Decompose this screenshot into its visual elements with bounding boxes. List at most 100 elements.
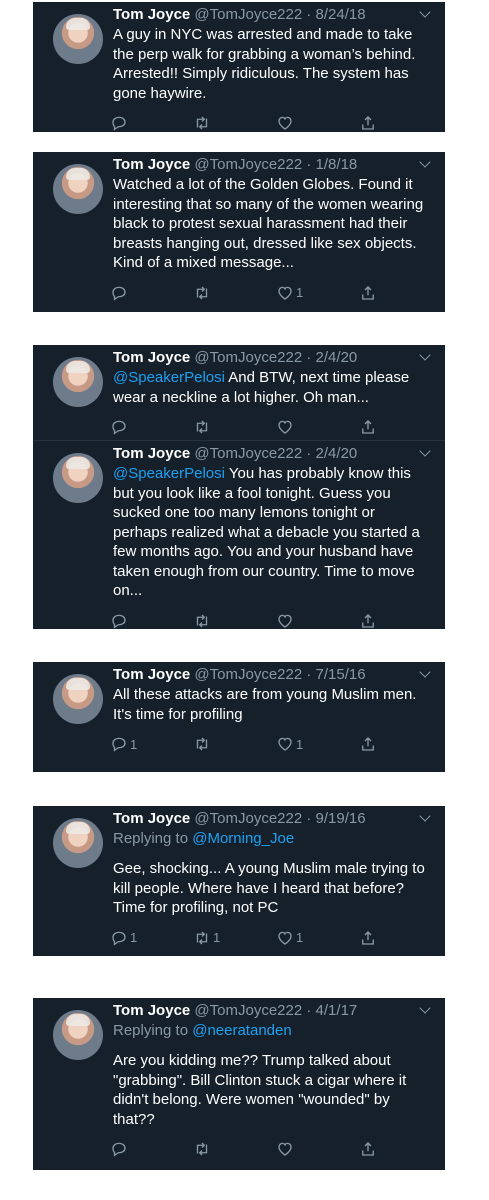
retweet-button[interactable] bbox=[193, 611, 213, 631]
retweet-icon bbox=[196, 614, 208, 627]
reply-button[interactable] bbox=[110, 283, 130, 303]
display-name[interactable]: Tom Joyce bbox=[113, 6, 190, 23]
share-button[interactable] bbox=[359, 283, 377, 303]
handle[interactable]: @TomJoyce222 bbox=[194, 1002, 302, 1019]
tweet-date[interactable]: 7/15/16 bbox=[316, 666, 366, 683]
like-button[interactable] bbox=[276, 417, 296, 437]
display-name[interactable]: Tom Joyce bbox=[113, 445, 190, 462]
share-button[interactable] bbox=[359, 417, 377, 437]
dot-separator: · bbox=[302, 445, 316, 462]
like-button[interactable] bbox=[276, 113, 296, 133]
tweet-text-body: A guy in NYC was arrested and made to ta… bbox=[113, 26, 416, 102]
share-icon bbox=[362, 420, 374, 434]
display-name[interactable]: Tom Joyce bbox=[113, 810, 190, 827]
display-name[interactable]: Tom Joyce bbox=[113, 1002, 190, 1019]
tweet-text: @SpeakerPelosi And BTW, next time please… bbox=[113, 368, 431, 407]
avatar[interactable] bbox=[53, 1010, 103, 1060]
tweet-date[interactable]: 4/1/17 bbox=[316, 1002, 358, 1019]
dot-separator: · bbox=[302, 666, 316, 683]
avatar[interactable] bbox=[53, 674, 103, 724]
share-button[interactable] bbox=[359, 734, 377, 754]
share-button[interactable] bbox=[359, 928, 377, 948]
heart-icon bbox=[278, 420, 292, 434]
tweet-actions: 1 1 bbox=[110, 734, 386, 754]
retweet-button[interactable] bbox=[193, 283, 213, 303]
tweet-text: All these attacks are from young Muslim … bbox=[113, 685, 431, 724]
replying-to: Replying to @Morning_Joe bbox=[113, 829, 431, 849]
tweet[interactable]: Tom Joyce @TomJoyce222 · 8/24/18 A guy i… bbox=[33, 2, 445, 132]
tweet-actions bbox=[110, 1139, 386, 1159]
tweet-header: Tom Joyce @TomJoyce222 · 4/1/17 bbox=[113, 1001, 431, 1021]
share-button[interactable] bbox=[359, 1139, 377, 1159]
display-name[interactable]: Tom Joyce bbox=[113, 156, 190, 173]
retweet-button[interactable] bbox=[193, 113, 213, 133]
reply-button[interactable] bbox=[110, 611, 130, 631]
handle[interactable]: @TomJoyce222 bbox=[194, 810, 302, 827]
replying-to-link[interactable]: @Morning_Joe bbox=[192, 830, 294, 847]
retweet-icon bbox=[196, 1142, 208, 1156]
like-button[interactable]: 1 bbox=[276, 283, 303, 303]
mention-link[interactable]: @SpeakerPelosi bbox=[113, 465, 225, 482]
handle[interactable]: @TomJoyce222 bbox=[194, 6, 302, 23]
share-icon bbox=[362, 1142, 374, 1156]
like-count: 1 bbox=[296, 930, 304, 945]
avatar[interactable] bbox=[53, 818, 103, 868]
tweet-date[interactable]: 1/8/18 bbox=[316, 156, 358, 173]
tweet-card-3: Tom Joyce @TomJoyce222 · 2/4/20 @Speaker… bbox=[33, 345, 445, 629]
avatar[interactable] bbox=[53, 357, 103, 407]
like-count: 1 bbox=[296, 736, 304, 752]
handle[interactable]: @TomJoyce222 bbox=[194, 666, 302, 683]
display-name[interactable]: Tom Joyce bbox=[113, 666, 190, 683]
tweet-date[interactable]: 2/4/20 bbox=[316, 349, 358, 366]
handle[interactable]: @TomJoyce222 bbox=[194, 445, 302, 462]
tweet-card-1: Tom Joyce @TomJoyce222 · 8/24/18 A guy i… bbox=[33, 2, 445, 132]
handle[interactable]: @TomJoyce222 bbox=[194, 349, 302, 366]
tweet-date[interactable]: 8/24/18 bbox=[316, 6, 366, 23]
tweet-text-body: You has probably know this but you look … bbox=[113, 465, 420, 599]
retweet-button[interactable] bbox=[193, 1139, 213, 1159]
like-button[interactable] bbox=[276, 1139, 296, 1159]
reply-button[interactable] bbox=[110, 1139, 130, 1159]
reply-button[interactable] bbox=[110, 113, 130, 133]
heart-icon bbox=[278, 286, 292, 300]
tweet-card-2: Tom Joyce @TomJoyce222 · 1/8/18 Watched … bbox=[33, 152, 445, 312]
retweet-button[interactable]: 1 bbox=[193, 928, 220, 948]
tweet[interactable]: Tom Joyce @TomJoyce222 · 9/19/16 Replyin… bbox=[33, 806, 445, 956]
tweet-text-body: All these attacks are from young Muslim … bbox=[113, 686, 417, 723]
heart-icon bbox=[278, 931, 292, 945]
reply-button[interactable]: 1 bbox=[110, 928, 137, 948]
avatar[interactable] bbox=[53, 164, 103, 214]
tweet-date[interactable]: 9/19/16 bbox=[316, 810, 366, 827]
display-name[interactable]: Tom Joyce bbox=[113, 349, 190, 366]
tweet[interactable]: Tom Joyce @TomJoyce222 · 4/1/17 Replying… bbox=[33, 998, 445, 1170]
tweet-actions bbox=[110, 113, 386, 133]
tweet-text: Are you kidding me?? Trump talked about … bbox=[113, 1051, 431, 1129]
like-button[interactable]: 1 bbox=[276, 928, 303, 948]
retweet-button[interactable] bbox=[193, 417, 213, 437]
reply-count: 1 bbox=[130, 736, 138, 752]
handle[interactable]: @TomJoyce222 bbox=[194, 156, 302, 173]
tweet-actions bbox=[110, 611, 386, 631]
avatar[interactable] bbox=[53, 453, 103, 503]
share-button[interactable] bbox=[359, 113, 377, 133]
tweet[interactable]: Tom Joyce @TomJoyce222 · 2/4/20 @Speaker… bbox=[33, 440, 445, 629]
reply-count: 1 bbox=[130, 930, 138, 945]
mention-link[interactable]: @SpeakerPelosi bbox=[113, 369, 225, 386]
tweet-text: A guy in NYC was arrested and made to ta… bbox=[113, 25, 431, 103]
like-button[interactable] bbox=[276, 611, 296, 631]
reply-icon bbox=[112, 1142, 126, 1157]
share-button[interactable] bbox=[359, 611, 377, 631]
reply-button[interactable] bbox=[110, 417, 130, 437]
reply-icon bbox=[112, 614, 126, 629]
retweet-button[interactable] bbox=[193, 734, 213, 754]
heart-icon bbox=[278, 614, 292, 628]
share-icon bbox=[362, 613, 374, 628]
replying-to-link[interactable]: @neeratanden bbox=[192, 1022, 291, 1039]
like-button[interactable]: 1 bbox=[276, 734, 303, 754]
avatar[interactable] bbox=[53, 14, 103, 64]
tweet[interactable]: Tom Joyce @TomJoyce222 · 2/4/20 @Speaker… bbox=[33, 345, 445, 440]
tweet[interactable]: Tom Joyce @TomJoyce222 · 7/15/16 All the… bbox=[33, 662, 445, 772]
tweet[interactable]: Tom Joyce @TomJoyce222 · 1/8/18 Watched … bbox=[33, 152, 445, 312]
tweet-date[interactable]: 2/4/20 bbox=[316, 445, 358, 462]
reply-button[interactable]: 1 bbox=[110, 734, 137, 754]
